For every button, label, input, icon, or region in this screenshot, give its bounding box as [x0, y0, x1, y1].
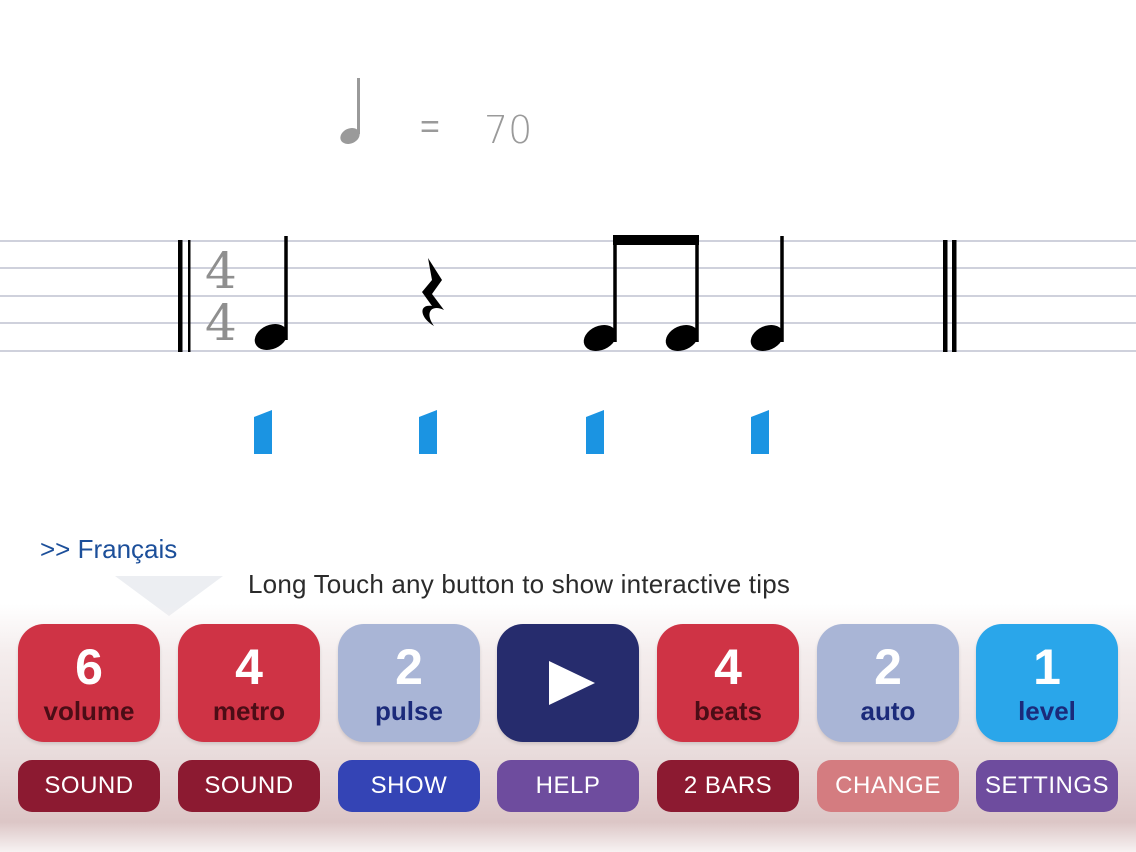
language-link-french[interactable]: >> Français [40, 534, 177, 565]
pulse-value: 2 [395, 639, 423, 695]
staff-lines [0, 240, 1136, 352]
pulse-label: pulse [375, 696, 443, 726]
metro-button[interactable]: 4 metro [178, 624, 320, 742]
time-signature-numerator: 4 [205, 242, 237, 300]
quarter-note-icon [340, 78, 360, 144]
rhythm-notation [0, 235, 1136, 454]
volume-button[interactable]: 6 volume [18, 624, 160, 742]
beats-label: beats [694, 696, 762, 726]
level-value: 1 [1033, 639, 1061, 695]
play-icon [549, 661, 595, 705]
score-staff: 4 4 [0, 200, 1136, 500]
time-signature-denominator: 4 [205, 294, 237, 352]
metro-label: metro [212, 696, 286, 726]
show-button[interactable]: SHOW [338, 760, 480, 812]
beats-button[interactable]: 4 beats [657, 624, 799, 742]
tempo-marking: = 70 [0, 0, 1136, 200]
level-button[interactable]: 1 level [976, 624, 1118, 742]
metro-sound-button[interactable]: SOUND [178, 760, 320, 812]
volume-sound-button[interactable]: SOUND [18, 760, 160, 812]
volume-value: 6 [75, 639, 103, 695]
tempo-equals: = [420, 108, 440, 146]
change-button[interactable]: CHANGE [817, 760, 959, 812]
auto-label: auto [860, 696, 916, 726]
play-button[interactable] [497, 624, 639, 742]
settings-button[interactable]: SETTINGS [976, 760, 1118, 812]
pulse-button[interactable]: 2 pulse [338, 624, 480, 742]
level-label: level [1018, 696, 1076, 726]
auto-button[interactable]: 2 auto [817, 624, 959, 742]
interactive-tip-text: Long Touch any button to show interactiv… [248, 569, 791, 599]
pulse-markers [254, 410, 769, 454]
two-bars-button[interactable]: 2 BARS [657, 760, 799, 812]
volume-label: volume [43, 696, 135, 726]
beats-value: 4 [714, 639, 742, 695]
metro-value: 4 [235, 639, 263, 695]
help-button[interactable]: HELP [497, 760, 639, 812]
tempo-bpm: 70 [484, 108, 533, 152]
auto-value: 2 [874, 639, 902, 695]
